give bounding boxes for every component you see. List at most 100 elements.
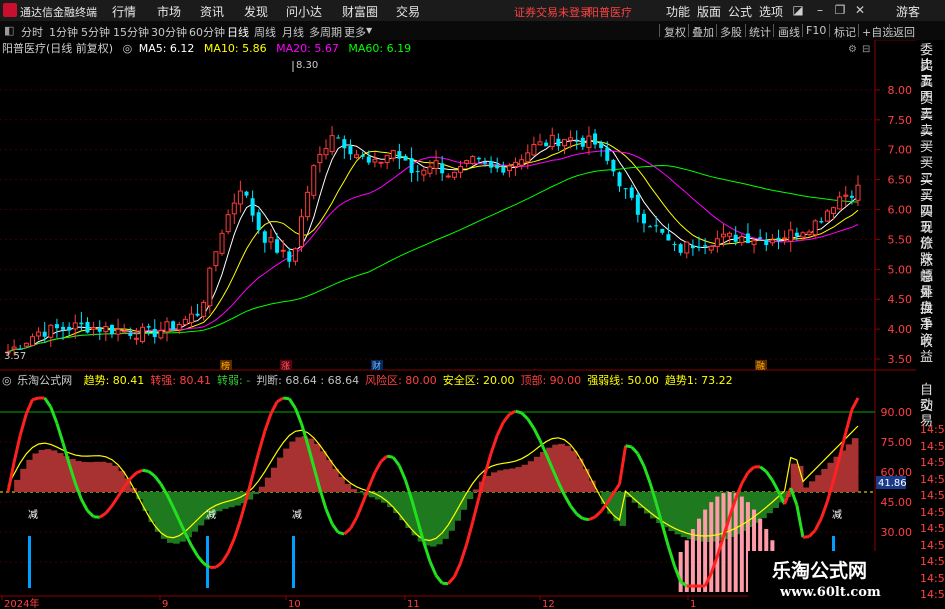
chart-area[interactable]: 8.00 7.50 7.00 6.50 6.00 5.50 5.00 4.50 4.00 3.50…: [0, 40, 916, 609]
tool-diejia[interactable]: 叠加: [692, 24, 714, 40]
tool-biaoji[interactable]: 标记: [834, 24, 856, 40]
oscillator-segment: [625, 444, 633, 449]
candle-body: [470, 156, 476, 165]
menu-hangqing[interactable]: 行情: [112, 3, 136, 20]
close-icon[interactable]: ✕: [852, 2, 868, 18]
indicator-legend-icon: ◎: [2, 374, 12, 387]
event-marker[interactable]: 涨: [281, 361, 290, 372]
period-5min[interactable]: 5分钟: [81, 24, 110, 40]
candle-body: [800, 232, 806, 238]
tool-huaxian[interactable]: 画线: [778, 24, 800, 40]
restore-icon[interactable]: ❐: [832, 2, 848, 18]
candle-body: [384, 154, 390, 164]
candle-body: [666, 234, 671, 241]
histogram-bar: [678, 552, 683, 592]
indicator-area-slice: [515, 467, 523, 492]
chevron-down-icon[interactable]: ▼: [366, 26, 372, 35]
menu-gongshi[interactable]: 公式: [728, 3, 752, 20]
app-title: 通达信金融终端: [20, 6, 97, 19]
side-panel-item: 14:56: [920, 489, 945, 502]
indicator-area-slice: [472, 489, 480, 492]
candle-body: [714, 238, 720, 247]
menu-xuanxiang[interactable]: 选项: [759, 3, 783, 20]
menu-zixun[interactable]: 资讯: [200, 3, 224, 20]
candle-body: [409, 158, 414, 173]
tool-tongji[interactable]: 统计: [749, 24, 771, 40]
menu-gongneng[interactable]: 功能: [666, 3, 690, 20]
event-marker[interactable]: 榜: [221, 360, 230, 372]
oscillator-segment: [515, 409, 523, 415]
indicator-area-slice: [283, 448, 290, 492]
candle-body: [641, 213, 646, 224]
period-monthly[interactable]: 月线: [282, 24, 304, 40]
period-multi[interactable]: 多周期: [309, 24, 342, 40]
tool-duogu[interactable]: 多股: [720, 24, 742, 40]
login-notice[interactable]: 证券交易未登录: [514, 4, 591, 20]
tool-back[interactable]: 返回: [893, 24, 915, 40]
menu-banmian[interactable]: 版面: [697, 3, 721, 20]
candle-body: [433, 160, 439, 169]
indicator-area-slice: [295, 437, 303, 492]
signal-bar: [28, 536, 31, 588]
indicator-legend-item: 顶部: 90.00: [520, 373, 581, 387]
candle-body: [85, 321, 90, 333]
period-30min[interactable]: 30分钟: [151, 24, 187, 40]
candle-body: [678, 244, 683, 253]
candle-body: [501, 166, 506, 173]
menu-jiaoyi[interactable]: 交易: [396, 3, 420, 20]
indicator-tag: 减: [832, 509, 842, 521]
candle-body: [317, 153, 323, 164]
price-tick-label: 7.00: [888, 144, 913, 157]
candle-body: [342, 139, 347, 149]
tool-f10[interactable]: F10: [806, 24, 826, 37]
event-marker[interactable]: 融: [756, 361, 765, 372]
period-1min[interactable]: 1分钟: [49, 24, 78, 40]
divider: [716, 24, 717, 37]
period-daily[interactable]: 日线: [227, 24, 249, 40]
price-axis: 8.00 7.50 7.00 6.50 6.00 5.50 5.00 4.50 4.00 3.50: [875, 84, 912, 366]
guest-label[interactable]: 游客: [896, 3, 920, 20]
period-60min[interactable]: 60分钟: [189, 24, 225, 40]
divider: [659, 24, 660, 37]
toolbar-toggle-icon[interactable]: ◧: [4, 24, 14, 37]
menu-shichang[interactable]: 市场: [157, 3, 181, 20]
indicator-area-slice: [423, 492, 431, 546]
menu-wenxiaoda[interactable]: 问小达: [286, 3, 322, 20]
period-fenshi[interactable]: 分时: [21, 24, 43, 40]
divider: [802, 24, 803, 37]
histogram-bar: [697, 518, 702, 592]
skin-icon[interactable]: ◪: [790, 2, 806, 18]
candle-body: [225, 214, 231, 233]
legend-ma10: MA10: 5.86: [204, 42, 267, 55]
candle-body: [708, 245, 714, 251]
indicator-area-slice: [81, 462, 88, 492]
candle-body: [36, 331, 42, 337]
event-marker[interactable]: 财: [372, 360, 381, 372]
menu-faxian[interactable]: 发现: [244, 3, 268, 20]
candle-body: [635, 194, 640, 215]
indicator-area-slice: [26, 459, 33, 492]
indicator-area-slice: [760, 492, 767, 519]
candle-body: [525, 152, 531, 163]
indicator-area-slice: [270, 467, 278, 492]
tool-fuquan[interactable]: 复权: [664, 24, 686, 40]
candle-body: [421, 169, 427, 176]
oscillator-segment: [142, 468, 149, 473]
period-more[interactable]: 更多: [344, 24, 366, 40]
candle-body: [311, 165, 317, 196]
indicator-area-slice: [325, 459, 333, 492]
candle-body: [739, 236, 745, 244]
divider: [745, 24, 746, 37]
oscillator-segment: [802, 535, 810, 539]
period-weekly[interactable]: 周线: [254, 24, 276, 40]
indicator-area-slice: [344, 483, 351, 492]
price-tick-label: 8.00: [888, 84, 913, 97]
menu-caifuquan[interactable]: 财富圈: [342, 3, 378, 20]
candle-body: [623, 188, 628, 190]
candle-body: [171, 321, 176, 330]
candle-body: [495, 164, 500, 169]
minimize-icon[interactable]: –: [812, 2, 828, 18]
period-15min[interactable]: 15分钟: [113, 24, 149, 40]
watermark-title: 乐淘公式网: [772, 560, 868, 582]
side-panel-item: 14:56: [920, 588, 945, 601]
